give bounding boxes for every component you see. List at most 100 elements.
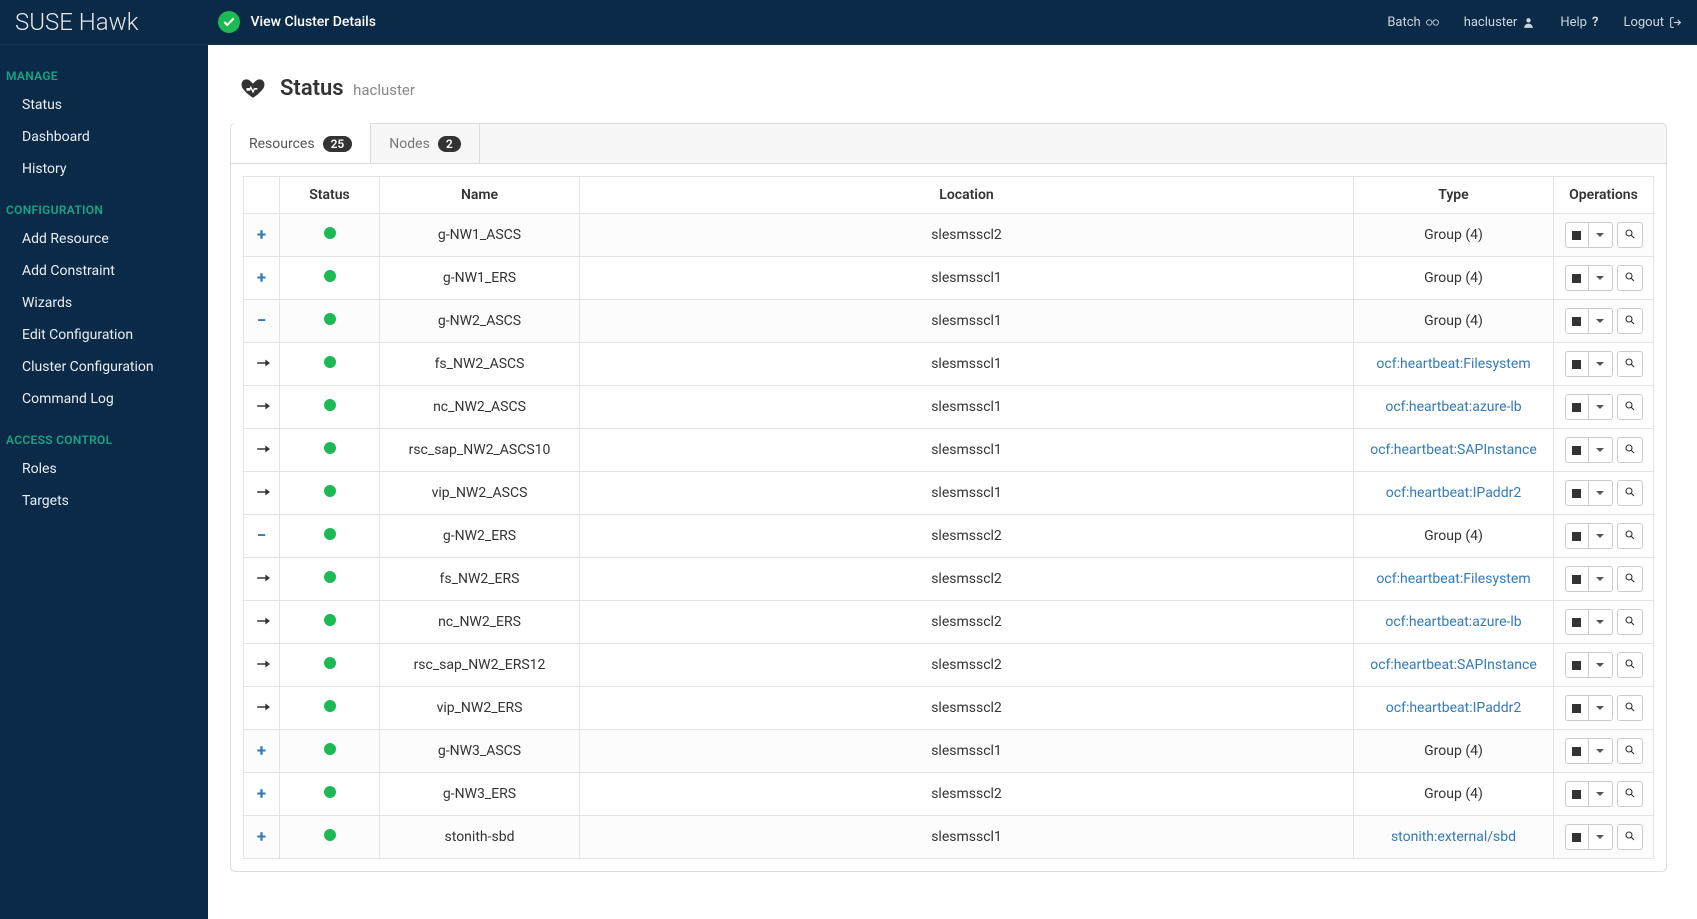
- table-row: +g-NW1_ERSslesmsscl1Group (4): [244, 257, 1654, 300]
- tabs: Resources 25 Nodes 2: [231, 124, 1666, 163]
- resource-name: fs_NW2_ASCS: [380, 343, 580, 386]
- actions-dropdown[interactable]: [1589, 523, 1613, 549]
- sidebar-item-add-resource[interactable]: Add Resource: [0, 223, 208, 255]
- actions-dropdown[interactable]: [1589, 265, 1613, 291]
- resource-type-link[interactable]: ocf:heartbeat:IPaddr2: [1386, 700, 1521, 716]
- actions-dropdown[interactable]: [1589, 480, 1613, 506]
- collapse-icon[interactable]: −: [254, 526, 270, 546]
- resource-type-link[interactable]: ocf:heartbeat:SAPInstance: [1370, 657, 1537, 673]
- stop-button[interactable]: [1565, 351, 1589, 377]
- expand-icon[interactable]: +: [254, 784, 270, 804]
- stop-button[interactable]: [1565, 781, 1589, 807]
- actions-dropdown[interactable]: [1589, 738, 1613, 764]
- operations-group: [1565, 523, 1643, 549]
- resource-type-link[interactable]: ocf:heartbeat:Filesystem: [1376, 356, 1530, 372]
- expand-icon[interactable]: +: [254, 741, 270, 761]
- resource-type-link[interactable]: ocf:heartbeat:Filesystem: [1376, 571, 1530, 587]
- stop-button[interactable]: [1565, 523, 1589, 549]
- actions-dropdown[interactable]: [1589, 695, 1613, 721]
- sidebar-item-command-log[interactable]: Command Log: [0, 383, 208, 415]
- details-button[interactable]: [1617, 738, 1643, 764]
- sidebar-item-edit-configuration[interactable]: Edit Configuration: [0, 319, 208, 351]
- stop-button[interactable]: [1565, 738, 1589, 764]
- resource-type-link[interactable]: stonith:external/sbd: [1391, 829, 1516, 845]
- heartbeat-icon: [240, 75, 266, 101]
- actions-dropdown[interactable]: [1589, 652, 1613, 678]
- stop-button[interactable]: [1565, 394, 1589, 420]
- status-ok-icon: [324, 528, 336, 540]
- table-row: +g-NW1_ASCSslesmsscl2Group (4): [244, 214, 1654, 257]
- view-cluster-details-link[interactable]: View Cluster Details: [218, 11, 375, 33]
- details-button[interactable]: [1617, 695, 1643, 721]
- resource-type-link[interactable]: ocf:heartbeat:azure-lb: [1385, 614, 1521, 630]
- details-button[interactable]: [1617, 609, 1643, 635]
- stop-button[interactable]: [1565, 652, 1589, 678]
- details-button[interactable]: [1617, 480, 1643, 506]
- tab-nodes[interactable]: Nodes 2: [371, 124, 479, 163]
- col-type: Type: [1354, 177, 1554, 214]
- expand-icon[interactable]: +: [254, 225, 270, 245]
- actions-dropdown[interactable]: [1589, 351, 1613, 377]
- details-button[interactable]: [1617, 222, 1643, 248]
- sidebar-item-add-constraint[interactable]: Add Constraint: [0, 255, 208, 287]
- details-button[interactable]: [1617, 308, 1643, 334]
- batch-link[interactable]: Batch: [1387, 15, 1438, 30]
- details-button[interactable]: [1617, 265, 1643, 291]
- stop-button[interactable]: [1565, 480, 1589, 506]
- sidebar-item-cluster-configuration[interactable]: Cluster Configuration: [0, 351, 208, 383]
- details-button[interactable]: [1617, 781, 1643, 807]
- sidebar-item-history[interactable]: History: [0, 153, 208, 185]
- stop-button[interactable]: [1565, 695, 1589, 721]
- status-ok-icon: [324, 614, 336, 626]
- actions-dropdown[interactable]: [1589, 566, 1613, 592]
- stop-button[interactable]: [1565, 265, 1589, 291]
- brand-logo[interactable]: SUSE Hawk: [15, 8, 138, 36]
- resources-count-badge: 25: [323, 136, 353, 152]
- resource-name: rsc_sap_NW2_ASCS10: [380, 429, 580, 472]
- search-icon: [1624, 701, 1636, 716]
- stop-icon: [1572, 704, 1581, 713]
- resource-name: g-NW3_ASCS: [380, 730, 580, 773]
- actions-dropdown[interactable]: [1589, 824, 1613, 850]
- actions-dropdown[interactable]: [1589, 394, 1613, 420]
- details-button[interactable]: [1617, 566, 1643, 592]
- stop-button[interactable]: [1565, 222, 1589, 248]
- stop-button[interactable]: [1565, 566, 1589, 592]
- logout-link[interactable]: Logout: [1623, 15, 1682, 30]
- actions-dropdown[interactable]: [1589, 781, 1613, 807]
- collapse-icon[interactable]: −: [254, 311, 270, 331]
- sidebar-item-targets[interactable]: Targets: [0, 485, 208, 517]
- details-button[interactable]: [1617, 824, 1643, 850]
- details-button[interactable]: [1617, 523, 1643, 549]
- stop-button[interactable]: [1565, 308, 1589, 334]
- details-button[interactable]: [1617, 652, 1643, 678]
- toggle-icon: [1426, 16, 1439, 29]
- resource-type-link[interactable]: ocf:heartbeat:SAPInstance: [1370, 442, 1537, 458]
- details-button[interactable]: [1617, 394, 1643, 420]
- expand-icon[interactable]: +: [254, 827, 270, 847]
- expand-icon[interactable]: +: [254, 268, 270, 288]
- sidebar-item-status[interactable]: Status: [0, 89, 208, 121]
- details-button[interactable]: [1617, 351, 1643, 377]
- table-row: nc_NW2_ERSslesmsscl2ocf:heartbeat:azure-…: [244, 601, 1654, 644]
- actions-dropdown[interactable]: [1589, 609, 1613, 635]
- help-link[interactable]: Help ?: [1560, 15, 1598, 30]
- stop-button[interactable]: [1565, 437, 1589, 463]
- operations-group: [1565, 437, 1643, 463]
- stop-button[interactable]: [1565, 824, 1589, 850]
- stop-button[interactable]: [1565, 609, 1589, 635]
- details-button[interactable]: [1617, 437, 1643, 463]
- status-ok-icon: [324, 571, 336, 583]
- sidebar-item-roles[interactable]: Roles: [0, 453, 208, 485]
- user-link[interactable]: hacluster: [1464, 15, 1536, 30]
- resource-location: slesmsscl1: [580, 386, 1354, 429]
- actions-dropdown[interactable]: [1589, 437, 1613, 463]
- stop-icon: [1572, 489, 1581, 498]
- sidebar-item-dashboard[interactable]: Dashboard: [0, 121, 208, 153]
- resource-type-link[interactable]: ocf:heartbeat:IPaddr2: [1386, 485, 1521, 501]
- actions-dropdown[interactable]: [1589, 308, 1613, 334]
- sidebar-item-wizards[interactable]: Wizards: [0, 287, 208, 319]
- tab-resources[interactable]: Resources 25: [231, 123, 371, 163]
- resource-type-link[interactable]: ocf:heartbeat:azure-lb: [1385, 399, 1521, 415]
- actions-dropdown[interactable]: [1589, 222, 1613, 248]
